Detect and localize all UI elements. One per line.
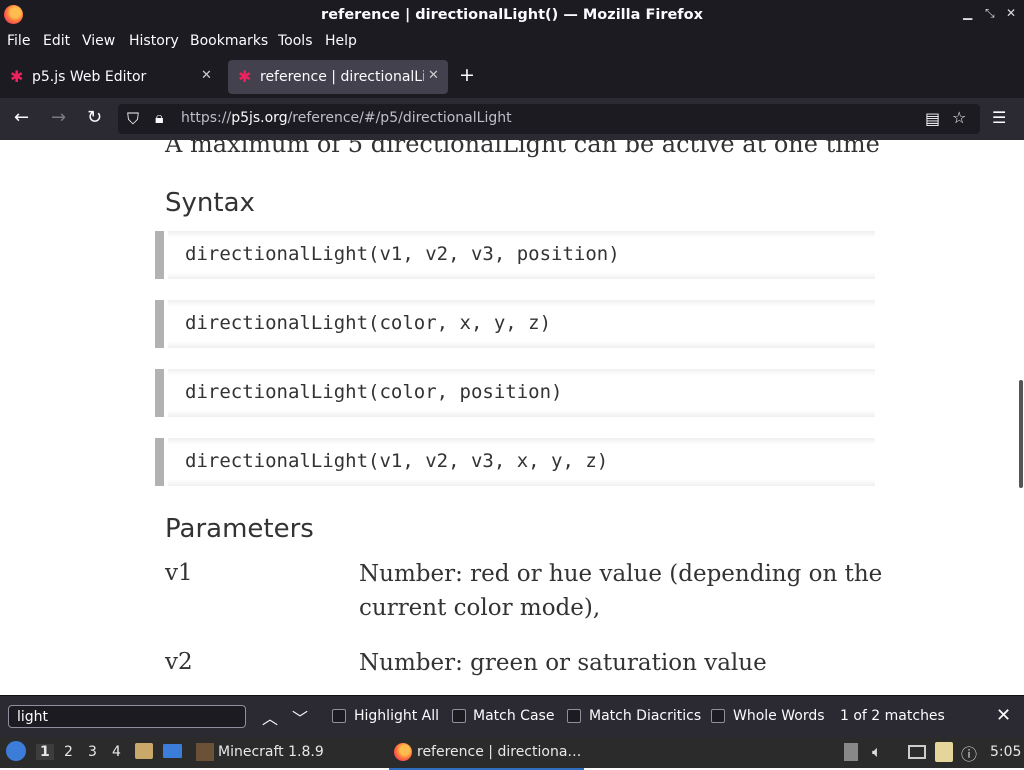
- whole-words-label[interactable]: Whole Words: [733, 708, 825, 724]
- find-previous-icon[interactable]: ︿: [262, 705, 278, 729]
- update-notifier-icon[interactable]: ⓘ: [961, 741, 977, 765]
- back-arrow-icon[interactable]: ←: [14, 107, 29, 128]
- url-scheme: https://: [181, 110, 232, 126]
- page-content: A maximum of 5 directionalLight can be a…: [0, 140, 1024, 695]
- url-text[interactable]: https://p5js.org/reference/#/p5/directio…: [181, 110, 512, 126]
- match-diacritics-label[interactable]: Match Diacritics: [589, 708, 701, 724]
- menu-edit[interactable]: Edit: [43, 33, 70, 49]
- tab-reference[interactable]: ✱ reference | directionalLig ✕: [228, 60, 448, 94]
- whole-words-checkbox[interactable]: [711, 709, 725, 723]
- menu-file[interactable]: File: [7, 33, 30, 49]
- volume-icon[interactable]: 🔈︎: [872, 742, 882, 762]
- start-menu-icon[interactable]: [6, 741, 26, 761]
- match-case-label[interactable]: Match Case: [473, 708, 554, 724]
- show-desktop-icon[interactable]: [163, 744, 182, 758]
- menu-help[interactable]: Help: [325, 33, 357, 49]
- syntax-code: directionalLight(v1, v2, v3, position): [185, 243, 620, 265]
- syntax-code-block: directionalLight(color, position): [155, 369, 875, 417]
- match-diacritics-checkbox[interactable]: [567, 709, 581, 723]
- workspace-4[interactable]: 4: [112, 744, 121, 760]
- tab-p5-editor[interactable]: ✱ p5.js Web Editor ✕: [0, 60, 222, 94]
- lock-icon[interactable]: 🔒︎: [155, 108, 164, 128]
- syntax-code-block: directionalLight(v1, v2, v3, position): [155, 231, 875, 279]
- minimize-icon[interactable]: ▁: [963, 6, 972, 20]
- syntax-code: directionalLight(color, position): [185, 381, 563, 403]
- clipboard-tray-icon[interactable]: [844, 743, 858, 761]
- bookmark-star-icon[interactable]: ☆: [952, 108, 966, 127]
- tab-close-icon[interactable]: ✕: [201, 68, 212, 83]
- tracking-shield-icon[interactable]: ⛉: [127, 109, 139, 129]
- close-window-icon[interactable]: ✕: [1006, 6, 1016, 20]
- close-find-bar-icon[interactable]: ✕: [996, 705, 1011, 726]
- reload-icon[interactable]: ↻: [87, 107, 102, 128]
- workspace-1[interactable]: 1: [36, 744, 54, 760]
- p5-asterisk-icon: ✱: [10, 67, 24, 86]
- page-scrollbar[interactable]: [1019, 380, 1023, 488]
- menu-tools[interactable]: Tools: [278, 33, 313, 49]
- syntax-code-block: directionalLight(color, x, y, z): [155, 300, 875, 348]
- parameters-heading: Parameters: [165, 514, 314, 544]
- task-label: Minecraft 1.8.9: [218, 744, 324, 760]
- param-description: Number: green or saturation value: [359, 650, 767, 676]
- taskbar: 1 2 3 4 Minecraft 1.8.9 reference | dire…: [0, 737, 1024, 770]
- match-case-checkbox[interactable]: [452, 709, 466, 723]
- menu-view[interactable]: View: [82, 33, 115, 49]
- find-bar: ︿ ﹀ Highlight All Match Case Match Diacr…: [0, 695, 1024, 738]
- url-domain: p5js.org: [231, 110, 288, 126]
- workspace-3[interactable]: 3: [88, 744, 97, 760]
- p5-asterisk-icon: ✱: [238, 67, 252, 86]
- firefox-icon: [394, 743, 412, 761]
- new-tab-icon[interactable]: +: [459, 64, 475, 86]
- syntax-code: directionalLight(v1, v2, v3, x, y, z): [185, 450, 609, 472]
- forward-arrow-icon[interactable]: →: [51, 107, 66, 128]
- syntax-code-block: directionalLight(v1, v2, v3, x, y, z): [155, 438, 875, 486]
- window-titlebar: reference | directionalLight() — Mozilla…: [0, 0, 1024, 30]
- task-firefox[interactable]: reference | directiona…: [389, 742, 584, 770]
- find-input[interactable]: [8, 705, 246, 728]
- tab-bar: ✱ p5.js Web Editor ✕ ✱ reference | direc…: [0, 56, 1024, 98]
- task-minecraft[interactable]: Minecraft 1.8.9: [194, 742, 344, 768]
- maximize-icon[interactable]: ⤡: [985, 6, 995, 21]
- network-icon[interactable]: [908, 745, 926, 759]
- find-next-icon[interactable]: ﹀: [292, 705, 308, 729]
- highlight-all-label[interactable]: Highlight All: [354, 708, 439, 724]
- highlight-all-checkbox[interactable]: [332, 709, 346, 723]
- url-path: /reference/#/p5/directionalLight: [287, 110, 512, 126]
- reader-view-icon[interactable]: ▤: [925, 109, 940, 128]
- app-menu-icon[interactable]: ☰: [992, 108, 1006, 127]
- syntax-code: directionalLight(color, x, y, z): [185, 312, 552, 334]
- param-name: v1: [165, 560, 193, 586]
- window-title: reference | directionalLight() — Mozilla…: [321, 7, 703, 23]
- tab-close-icon[interactable]: ✕: [428, 68, 439, 83]
- workspace-2[interactable]: 2: [64, 744, 73, 760]
- param-description: Number: red or hue value (depending on t…: [359, 561, 883, 621]
- menu-history[interactable]: History: [129, 33, 179, 49]
- tab-label: reference | directionalLig: [260, 69, 424, 85]
- tab-label: p5.js Web Editor: [32, 69, 147, 85]
- menu-bookmarks[interactable]: Bookmarks: [190, 33, 268, 49]
- param-name: v2: [165, 649, 193, 675]
- minecraft-icon: [196, 743, 214, 761]
- file-manager-icon[interactable]: [135, 743, 153, 759]
- menu-bar: File Edit View History Bookmarks Tools H…: [0, 30, 1024, 56]
- notes-tray-icon[interactable]: [935, 742, 953, 762]
- match-count: 1 of 2 matches: [840, 708, 945, 724]
- description-text: A maximum of 5 directionalLight can be a…: [165, 140, 880, 158]
- syntax-heading: Syntax: [165, 188, 255, 218]
- task-label: reference | directiona…: [417, 744, 582, 760]
- clock: 5:05: [990, 744, 1022, 760]
